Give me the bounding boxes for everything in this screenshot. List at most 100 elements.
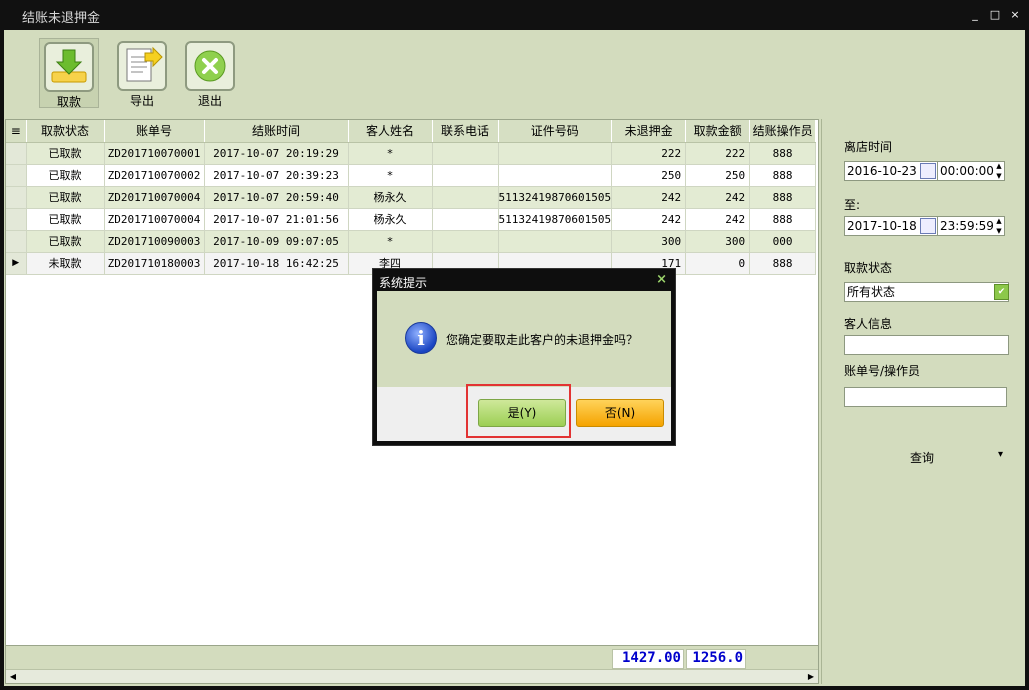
table-row[interactable]: 已取款 ZD201710070001 2017-10-07 20:19:29 *… bbox=[6, 142, 817, 165]
minimize-button[interactable]: _ bbox=[968, 8, 982, 22]
row-header[interactable] bbox=[6, 186, 27, 209]
to-label: 至: bbox=[844, 198, 861, 212]
dialog-close-icon[interactable]: × bbox=[656, 272, 667, 287]
total-withdrawn: 1256.0 bbox=[686, 649, 746, 669]
cell-phone bbox=[432, 164, 499, 187]
cell-id-no bbox=[498, 164, 613, 187]
query-button[interactable]: 查询 bbox=[910, 449, 934, 466]
totals-row: 1427.00 1256.0 bbox=[6, 645, 818, 669]
dialog-body: i 您确定要取走此客户的未退押金吗？ bbox=[377, 291, 671, 387]
table-row[interactable]: 已取款 ZD201710090003 2017-10-09 09:07:05 *… bbox=[6, 230, 817, 253]
cell-guest-name: 杨永久 bbox=[348, 208, 433, 231]
calendar-icon[interactable] bbox=[920, 218, 936, 234]
cell-bill-no: ZD201710070004 bbox=[104, 186, 205, 209]
chevron-down-icon[interactable]: ✔ bbox=[994, 284, 1009, 300]
close-button[interactable]: × bbox=[1008, 8, 1022, 22]
col-header-guest-name[interactable]: 客人姓名 bbox=[348, 120, 433, 143]
table-header-row: ≡ 取款状态 账单号 结账时间 客人姓名 联系电话 证件号码 未退押金 取款金额… bbox=[6, 120, 817, 143]
cell-guest-name: * bbox=[348, 230, 433, 253]
cell-operator: 888 bbox=[749, 208, 817, 231]
col-header-phone[interactable]: 联系电话 bbox=[432, 120, 499, 143]
cell-phone bbox=[432, 230, 499, 253]
cell-bill-no: ZD201710090003 bbox=[104, 230, 205, 253]
cell-unreturned: 250 bbox=[611, 164, 687, 187]
withdraw-button[interactable]: 取款 bbox=[39, 38, 99, 109]
checkout-time-label: 离店时间 bbox=[844, 140, 893, 154]
export-button[interactable]: 导出 bbox=[112, 38, 172, 108]
exit-label: 退出 bbox=[197, 94, 222, 108]
bill-operator-label: 账单号/操作员 bbox=[844, 364, 921, 378]
cell-bill-no: ZD201710070001 bbox=[104, 142, 205, 165]
cell-checkout-time: 2017-10-07 21:01:56 bbox=[204, 208, 349, 231]
cell-unreturned: 242 bbox=[611, 186, 687, 209]
window-title: 结账未退押金 bbox=[22, 11, 101, 26]
query-dropdown-icon[interactable]: ▾ bbox=[998, 449, 1003, 460]
maximize-button[interactable]: □ bbox=[988, 8, 1002, 22]
row-header-corner-icon[interactable]: ≡ bbox=[6, 120, 27, 143]
cell-phone bbox=[432, 186, 499, 209]
cell-status: 已取款 bbox=[26, 142, 105, 165]
cell-phone bbox=[432, 208, 499, 231]
cell-guest-name: * bbox=[348, 164, 433, 187]
row-header[interactable] bbox=[6, 230, 27, 253]
calendar-icon[interactable] bbox=[920, 163, 936, 179]
col-header-withdraw-amount[interactable]: 取款金额 bbox=[685, 120, 751, 143]
row-header[interactable] bbox=[6, 142, 27, 165]
cell-id-no: 51132419870601505 bbox=[498, 208, 613, 231]
col-header-unreturned-deposit[interactable]: 未退押金 bbox=[611, 120, 687, 143]
cell-bill-no: ZD201710180003 bbox=[104, 252, 205, 275]
spinner-arrows-icon[interactable]: ▲ ▼ bbox=[993, 161, 1005, 181]
row-header[interactable] bbox=[6, 164, 27, 187]
confirm-dialog: 系统提示 × i 您确定要取走此客户的未退押金吗？ 是(Y) 否(N) bbox=[372, 268, 676, 446]
col-header-operator[interactable]: 结账操作员 bbox=[749, 120, 817, 143]
col-header-checkout-time[interactable]: 结账时间 bbox=[204, 120, 349, 143]
dialog-footer: 是(Y) 否(N) bbox=[377, 387, 671, 441]
scroll-left-icon[interactable]: ◀ bbox=[6, 670, 20, 684]
cell-operator: 888 bbox=[749, 186, 817, 209]
col-header-bill-no[interactable]: 账单号 bbox=[104, 120, 205, 143]
scroll-right-icon[interactable]: ▶ bbox=[804, 670, 818, 684]
cell-status: 未取款 bbox=[26, 252, 105, 275]
horizontal-scrollbar[interactable]: ◀ ▶ bbox=[6, 669, 818, 683]
cell-guest-name: * bbox=[348, 142, 433, 165]
current-row-marker-icon[interactable]: ▶ bbox=[6, 252, 27, 275]
cell-withdrawn: 250 bbox=[685, 164, 751, 187]
table-row[interactable]: 已取款 ZD201710070004 2017-10-07 20:59:40 杨… bbox=[6, 186, 817, 209]
cell-id-no bbox=[498, 230, 613, 253]
bill-operator-field[interactable] bbox=[844, 387, 1007, 407]
row-header[interactable] bbox=[6, 208, 27, 231]
no-button[interactable]: 否(N) bbox=[576, 399, 664, 427]
deposit-table: ≡ 取款状态 账单号 结账时间 客人姓名 联系电话 证件号码 未退押金 取款金额… bbox=[6, 120, 817, 275]
exit-button[interactable]: 退出 bbox=[180, 38, 240, 108]
toolbar: 取款 导出 退出 bbox=[4, 30, 1025, 116]
guest-info-field[interactable] bbox=[844, 335, 1009, 355]
yes-button[interactable]: 是(Y) bbox=[478, 399, 566, 427]
cell-withdrawn: 222 bbox=[685, 142, 751, 165]
cell-status: 已取款 bbox=[26, 230, 105, 253]
cell-unreturned: 300 bbox=[611, 230, 687, 253]
exit-x-icon bbox=[185, 41, 235, 91]
status-label: 取款状态 bbox=[844, 261, 893, 275]
dialog-title: 系统提示 bbox=[379, 276, 428, 290]
withdraw-label: 取款 bbox=[56, 95, 81, 109]
cell-id-no bbox=[498, 142, 613, 165]
title-bar: 结账未退押金 _ □ × bbox=[0, 0, 1029, 30]
cell-id-no: 51132419870601505 bbox=[498, 186, 613, 209]
export-label: 导出 bbox=[129, 94, 154, 108]
cell-status: 已取款 bbox=[26, 186, 105, 209]
guest-info-label: 客人信息 bbox=[844, 317, 893, 331]
col-header-status[interactable]: 取款状态 bbox=[26, 120, 105, 143]
status-select[interactable]: 所有状态 bbox=[844, 282, 1009, 302]
spinner-arrows-icon[interactable]: ▲ ▼ bbox=[993, 216, 1005, 236]
cell-checkout-time: 2017-10-18 16:42:25 bbox=[204, 252, 349, 275]
table-row[interactable]: 已取款 ZD201710070004 2017-10-07 21:01:56 杨… bbox=[6, 208, 817, 231]
cell-withdrawn: 0 bbox=[685, 252, 751, 275]
cell-bill-no: ZD201710070002 bbox=[104, 164, 205, 187]
filter-panel: 离店时间 2016-10-23 00:00:00 ▲ ▼ 至: 2017-10-1… bbox=[821, 119, 1025, 684]
col-header-id-no[interactable]: 证件号码 bbox=[498, 120, 613, 143]
cell-operator: 888 bbox=[749, 252, 817, 275]
export-document-icon bbox=[117, 41, 167, 91]
table-row[interactable]: 已取款 ZD201710070002 2017-10-07 20:39:23 *… bbox=[6, 164, 817, 187]
cell-operator: 000 bbox=[749, 230, 817, 253]
cell-unreturned: 242 bbox=[611, 208, 687, 231]
